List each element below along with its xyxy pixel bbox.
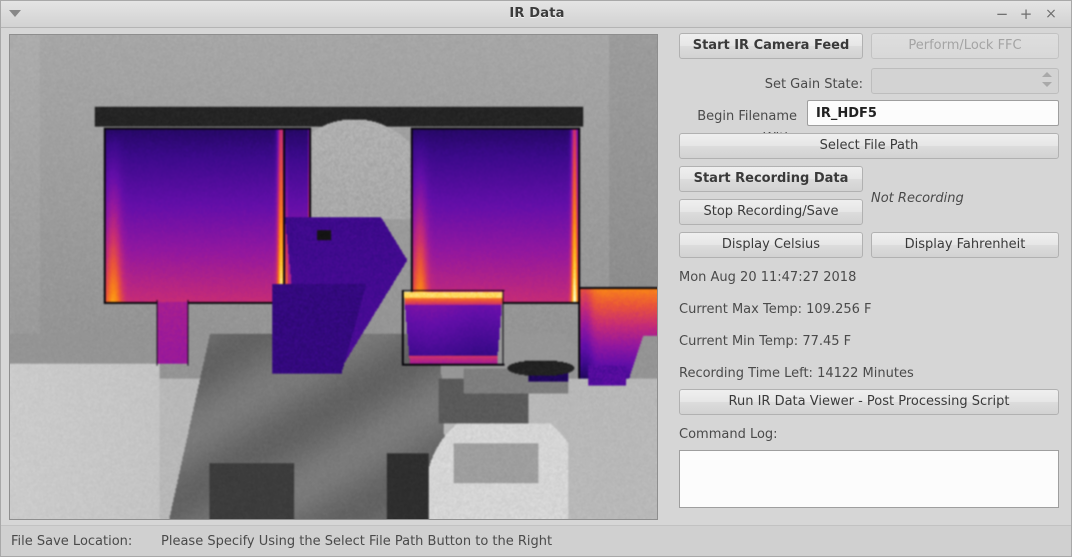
datetime-label: Mon Aug 20 11:47:27 2018 bbox=[679, 270, 857, 285]
display-fahrenheit-button[interactable]: Display Fahrenheit bbox=[871, 232, 1059, 258]
ir-image-panel[interactable] bbox=[9, 34, 658, 520]
caret-down-icon[interactable] bbox=[1042, 82, 1052, 87]
minimize-button[interactable]: − bbox=[993, 6, 1011, 24]
recording-status-label: Not Recording bbox=[871, 191, 964, 206]
ir-data-window: IR Data − + × Start IR Camera Feed Perfo… bbox=[0, 0, 1072, 557]
controls-panel: Start IR Camera Feed Perform/Lock FFC Se… bbox=[665, 29, 1065, 524]
perform-lock-ffc-button[interactable]: Perform/Lock FFC bbox=[871, 33, 1059, 59]
select-file-path-button[interactable]: Select File Path bbox=[679, 133, 1059, 159]
start-ir-camera-feed-button[interactable]: Start IR Camera Feed bbox=[679, 33, 863, 59]
recording-time-left-label: Recording Time Left: 14122 Minutes bbox=[679, 366, 914, 381]
spinner-arrows-icon[interactable] bbox=[1042, 72, 1052, 91]
file-save-location-label: File Save Location: bbox=[11, 534, 133, 549]
filename-input[interactable] bbox=[807, 100, 1059, 126]
file-save-location-value: Please Specify Using the Select File Pat… bbox=[161, 534, 553, 549]
current-max-temp-label: Current Max Temp: 109.256 F bbox=[679, 302, 872, 317]
stop-recording-save-button[interactable]: Stop Recording/Save bbox=[679, 199, 863, 225]
caret-up-icon[interactable] bbox=[1042, 72, 1052, 77]
status-bar: File Save Location: Please Specify Using… bbox=[1, 525, 1071, 556]
window-title: IR Data bbox=[509, 6, 565, 21]
display-celsius-button[interactable]: Display Celsius bbox=[679, 232, 863, 258]
maximize-button[interactable]: + bbox=[1017, 6, 1035, 24]
command-log-label: Command Log: bbox=[679, 427, 778, 442]
start-recording-data-button[interactable]: Start Recording Data bbox=[679, 166, 863, 192]
ir-camera-image[interactable] bbox=[10, 35, 657, 519]
run-ir-data-viewer-button[interactable]: Run IR Data Viewer - Post Processing Scr… bbox=[679, 389, 1059, 415]
set-gain-state-label: Set Gain State: bbox=[764, 77, 863, 92]
command-log-textarea[interactable] bbox=[679, 450, 1059, 508]
window-titlebar: IR Data − + × bbox=[1, 1, 1071, 28]
close-button[interactable]: × bbox=[1042, 6, 1060, 24]
gain-state-spinbox[interactable] bbox=[871, 68, 1059, 94]
current-min-temp-label: Current Min Temp: 77.45 F bbox=[679, 334, 852, 349]
